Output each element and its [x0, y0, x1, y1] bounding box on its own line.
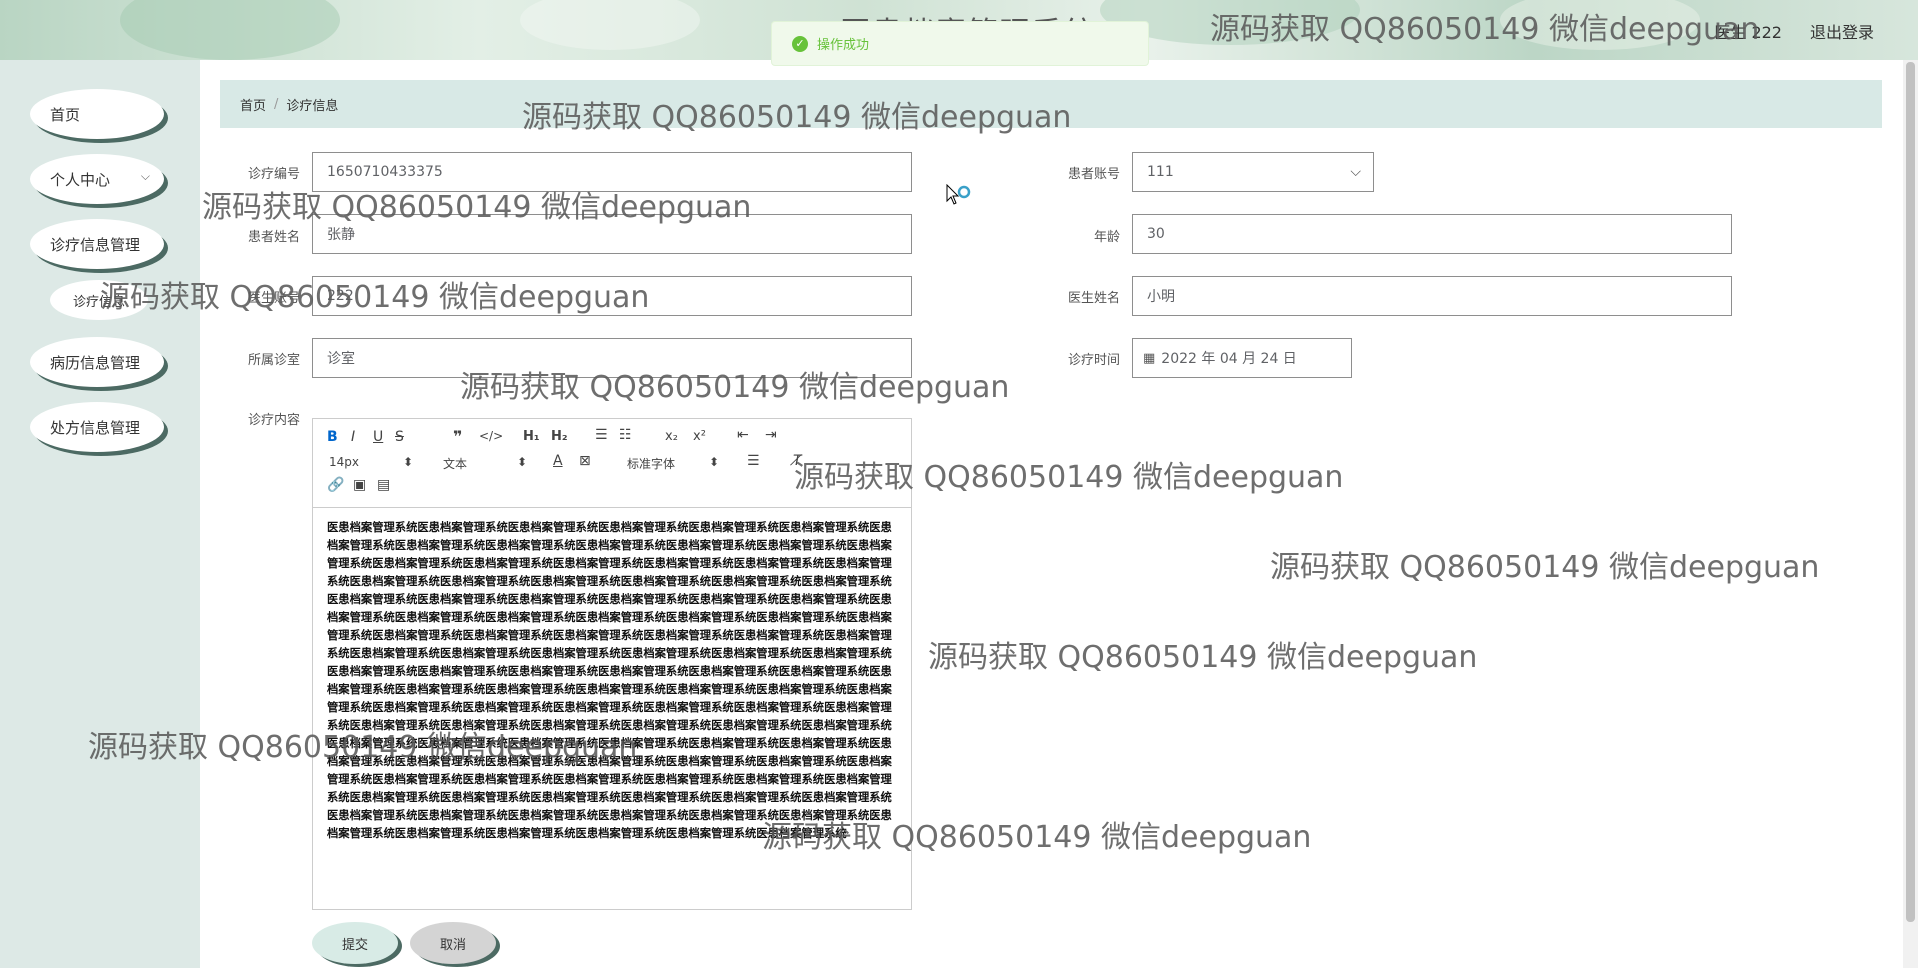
- font-color-icon[interactable]: A: [553, 453, 563, 469]
- doctor-name-label: 医生姓名: [1067, 291, 1120, 306]
- font-family-value: 标准字体: [627, 457, 676, 471]
- sidebar-item-home[interactable]: 首页: [30, 89, 164, 139]
- image-icon[interactable]: ▣: [353, 477, 366, 493]
- font-size-select[interactable]: 14px ⬍: [329, 455, 413, 469]
- header-select[interactable]: 文本 ⬍: [443, 455, 527, 472]
- doctor-account-input[interactable]: 222: [312, 276, 912, 316]
- bold-icon[interactable]: B: [327, 429, 338, 445]
- subscript-icon[interactable]: x₂: [665, 429, 678, 444]
- header-decoration: [1500, 0, 1700, 50]
- time-picker[interactable]: ▦ 2022 年 04 月 24 日: [1132, 338, 1352, 378]
- time-value: 2022 年 04 月 24 日: [1161, 351, 1297, 367]
- heading1-icon[interactable]: H₁: [523, 429, 540, 444]
- strikethrough-icon[interactable]: S: [395, 429, 404, 445]
- doctor-name-input[interactable]: 小明: [1132, 276, 1732, 316]
- breadcrumb-separator: /: [274, 96, 279, 112]
- scrollbar-thumb[interactable]: [1906, 62, 1915, 922]
- code-input[interactable]: 1650710433375: [312, 152, 912, 192]
- rich-text-editor[interactable]: B I U S ❞ </> H₁ H₂ ☰ ☷ x₂ x² ⇤ ⇥ 14px ⬍…: [312, 418, 912, 910]
- success-toast: ✓ 操作成功: [771, 21, 1149, 66]
- clear-format-icon[interactable]: T̸: [793, 453, 802, 469]
- clinic-value: 诊室: [327, 351, 355, 367]
- patient-name-value: 张静: [327, 227, 355, 243]
- superscript-icon[interactable]: x²: [693, 429, 706, 444]
- code-block-icon[interactable]: </>: [479, 429, 503, 443]
- patient-name-input[interactable]: 张静: [312, 214, 912, 254]
- header-select-value: 文本: [443, 457, 468, 471]
- cancel-button-label: 取消: [439, 937, 466, 953]
- sidebar-item-label: 诊疗信息: [72, 294, 125, 310]
- calendar-icon: ▦: [1143, 350, 1156, 366]
- font-size-value: 14px: [329, 455, 359, 469]
- header-decoration: [520, 0, 700, 50]
- sidebar-item-label: 病历信息管理: [50, 353, 141, 372]
- page-scrollbar[interactable]: [1903, 60, 1918, 968]
- age-label: 年龄: [1093, 230, 1120, 245]
- current-user: 医生 222: [1714, 23, 1782, 42]
- updown-arrow-icon: ⬍: [708, 455, 719, 469]
- editor-content[interactable]: 医患档案管理系统医患档案管理系统医患档案管理系统医患档案管理系统医患档案管理系统…: [327, 519, 897, 843]
- cancel-button[interactable]: 取消: [410, 922, 496, 964]
- sidebar-item-label: 首页: [50, 105, 81, 124]
- blockquote-icon[interactable]: ❞: [453, 427, 462, 446]
- chevron-down-icon: ⌵: [1350, 164, 1361, 180]
- code-value: 1650710433375: [327, 164, 443, 180]
- logout-link[interactable]: 退出登录: [1810, 19, 1874, 43]
- toast-message: 操作成功: [817, 38, 870, 53]
- chevron-down-icon: ⌵: [140, 169, 150, 183]
- sidebar-subitem-diagnosis-info[interactable]: 诊疗信息: [50, 280, 148, 320]
- sidebar-item-profile[interactable]: 个人中心 ⌵: [30, 154, 164, 204]
- sidebar-item-medical-records[interactable]: 病历信息管理: [30, 337, 164, 387]
- underline-icon[interactable]: U: [373, 429, 383, 445]
- header-decoration: [120, 0, 340, 60]
- mouse-cursor-icon: [946, 184, 971, 205]
- video-icon[interactable]: ▤: [377, 477, 390, 493]
- breadcrumb-home[interactable]: 首页: [240, 95, 266, 114]
- patient-account-value: 111: [1147, 164, 1174, 180]
- clinic-label: 所属诊室: [247, 353, 300, 368]
- font-family-select[interactable]: 标准字体 ⬍: [627, 455, 719, 472]
- background-color-icon[interactable]: ⊠: [579, 453, 591, 469]
- doctor-account-value: 222: [327, 288, 354, 304]
- code-label: 诊疗编号: [247, 167, 300, 182]
- link-icon[interactable]: 🔗: [327, 477, 344, 493]
- age-input[interactable]: 30: [1132, 214, 1732, 254]
- heading2-icon[interactable]: H₂: [551, 429, 568, 444]
- patient-name-label: 患者姓名: [247, 230, 300, 245]
- sidebar-item-prescriptions[interactable]: 处方信息管理: [30, 402, 164, 452]
- patient-account-select[interactable]: 111 ⌵: [1132, 152, 1374, 192]
- updown-arrow-icon: ⬍: [402, 455, 413, 469]
- clinic-input[interactable]: 诊室: [312, 338, 912, 378]
- breadcrumb: 首页 / 诊疗信息: [220, 80, 1882, 128]
- time-label: 诊疗时间: [1067, 353, 1120, 368]
- updown-arrow-icon: ⬍: [516, 455, 527, 469]
- sidebar-item-label: 处方信息管理: [50, 418, 141, 437]
- italic-icon[interactable]: I: [351, 429, 355, 445]
- doctor-account-label: 医生账号: [247, 291, 300, 306]
- align-icon[interactable]: ☰: [747, 453, 760, 469]
- submit-button[interactable]: 提交: [312, 922, 398, 964]
- doctor-name-value: 小明: [1147, 289, 1175, 305]
- editor-toolbar: B I U S ❞ </> H₁ H₂ ☰ ☷ x₂ x² ⇤ ⇥ 14px ⬍…: [313, 419, 911, 508]
- content-label: 诊疗内容: [247, 413, 300, 428]
- breadcrumb-current: 诊疗信息: [286, 98, 339, 114]
- sidebar-item-label: 个人中心: [50, 170, 111, 189]
- age-value: 30: [1147, 226, 1165, 242]
- sidebar-item-diagnosis-management[interactable]: 诊疗信息管理: [30, 219, 164, 269]
- ordered-list-icon[interactable]: ☰: [595, 427, 608, 443]
- indent-icon[interactable]: ⇥: [765, 427, 777, 443]
- patient-account-label: 患者账号: [1067, 167, 1120, 182]
- submit-button-label: 提交: [341, 937, 368, 953]
- bullet-list-icon[interactable]: ☷: [619, 427, 632, 443]
- sidebar-item-label: 诊疗信息管理: [50, 235, 141, 254]
- check-circle-icon: ✓: [792, 35, 808, 52]
- outdent-icon[interactable]: ⇤: [737, 427, 749, 443]
